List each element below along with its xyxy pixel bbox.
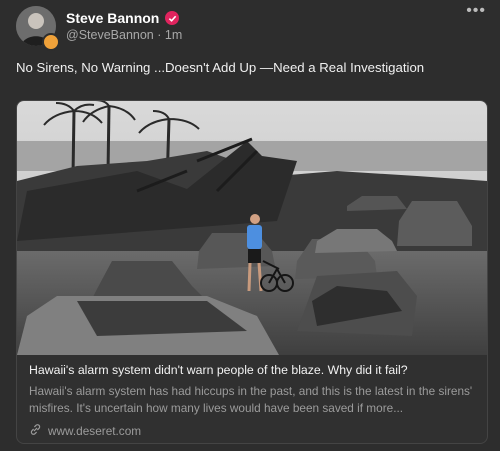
more-options-icon[interactable]: •••: [466, 2, 486, 20]
post-card: Steve Bannon @SteveBannon · 1m ••• No Si…: [0, 0, 500, 451]
link-title[interactable]: Hawaii's alarm system didn't warn people…: [29, 363, 408, 377]
separator: ·: [157, 28, 162, 42]
link-preview-image[interactable]: [17, 101, 487, 355]
post-time[interactable]: 1m: [165, 28, 182, 42]
author-handle[interactable]: @SteveBannon: [66, 28, 154, 42]
link-description: Hawaii's alarm system has had hiccups in…: [29, 384, 473, 415]
post-text: No Sirens, No Warning ...Doesn't Add Up …: [16, 60, 425, 75]
avatar-badge: [42, 33, 60, 51]
link-domain[interactable]: www.deseret.com: [48, 424, 141, 438]
handle-row: @SteveBannon · 1m: [66, 28, 182, 42]
link-domain-row[interactable]: www.deseret.com: [29, 423, 141, 439]
author-row: Steve Bannon: [66, 10, 180, 26]
verified-badge-icon: [165, 11, 180, 25]
link-icon: [29, 423, 42, 439]
link-preview-card[interactable]: Hawaii's alarm system didn't warn people…: [16, 100, 488, 444]
author-name[interactable]: Steve Bannon: [66, 10, 159, 26]
